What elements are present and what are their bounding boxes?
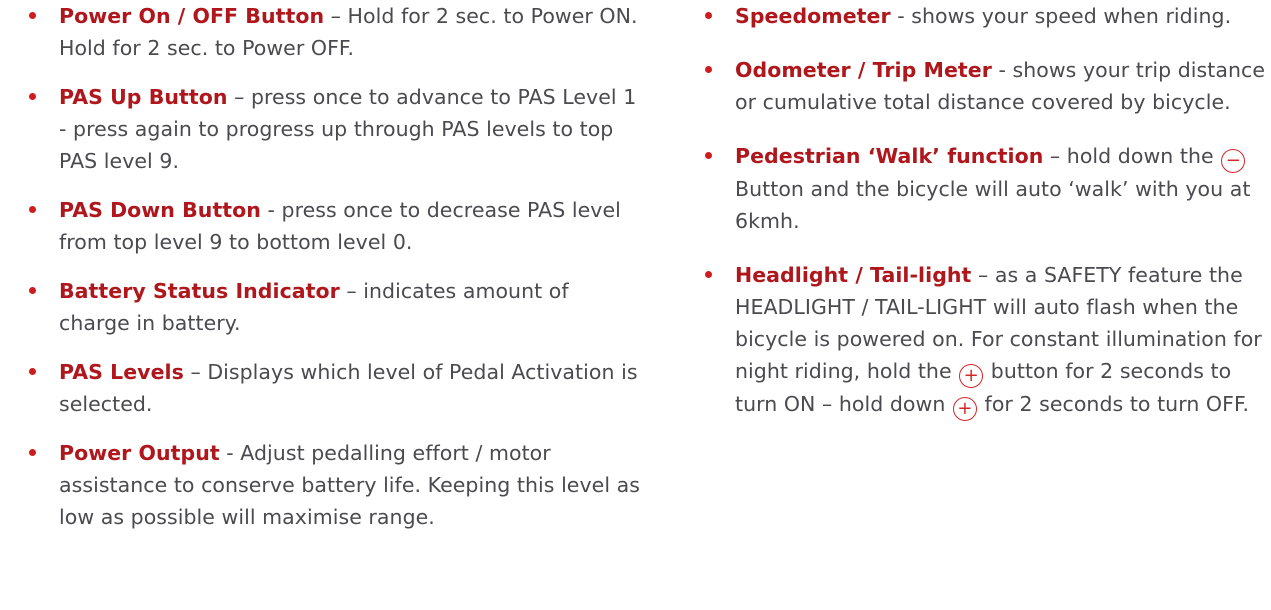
bullet-icon (705, 271, 712, 278)
list-item-headlight: Headlight / Tail-light – as a SAFETY fea… (676, 259, 1271, 421)
item-term: Power Output (59, 441, 220, 465)
list-item-walk-function: Pedestrian ‘Walk’ function – hold down t… (676, 140, 1271, 237)
item-term: PAS Down Button (59, 198, 261, 222)
item-separator: – (227, 85, 251, 109)
item-separator: – (324, 4, 348, 28)
bullet-icon (705, 66, 712, 73)
bullet-icon (29, 368, 36, 375)
item-term: Pedestrian ‘Walk’ function (735, 144, 1044, 168)
bullet-icon (29, 287, 36, 294)
item-separator: - (260, 198, 282, 222)
minus-circle-icon: − (1221, 149, 1246, 173)
list-item-pas-levels: PAS Levels – Displays which level of Ped… (0, 356, 640, 420)
item-description: shows your speed when riding. (911, 4, 1232, 28)
item-term: PAS Levels (59, 360, 184, 384)
plus-circle-icon: + (952, 397, 977, 421)
item-separator: - (890, 4, 912, 28)
item-term: Headlight / Tail-light (735, 263, 972, 287)
list-item-pas-up-button: PAS Up Button – press once to advance to… (0, 81, 640, 177)
item-separator: – (339, 279, 364, 303)
plus-circle-icon: + (959, 364, 984, 388)
feature-list-page: Power On / OFF Button – Hold for 2 sec. … (0, 0, 1271, 610)
item-separator: – (1043, 144, 1067, 168)
item-separator: – (971, 263, 995, 287)
item-term: PAS Up Button (59, 85, 228, 109)
left-feature-list: Power On / OFF Button – Hold for 2 sec. … (0, 0, 640, 550)
item-separator: - (219, 441, 241, 465)
bullet-icon (29, 12, 36, 19)
item-description-part: hold down the (1066, 144, 1214, 168)
right-feature-list: Speedometer - shows your speed when ridi… (676, 0, 1271, 443)
item-term: Power On / OFF Button (59, 4, 325, 28)
bullet-icon (29, 206, 36, 213)
list-item-battery-status: Battery Status Indicator – indicates amo… (0, 275, 640, 339)
list-item-pas-down-button: PAS Down Button - press once to decrease… (0, 194, 640, 258)
list-item-power-button: Power On / OFF Button – Hold for 2 sec. … (0, 0, 640, 64)
item-term: Speedometer (735, 4, 891, 28)
item-term: Odometer / Trip Meter (735, 58, 992, 82)
item-description-part: Button and the bicycle will auto ‘walk’ … (735, 177, 1251, 233)
list-item-speedometer: Speedometer - shows your speed when ridi… (676, 0, 1271, 32)
item-description-part: for 2 seconds to turn OFF. (984, 392, 1250, 416)
bullet-icon (705, 152, 712, 159)
item-separator: - (991, 58, 1013, 82)
list-item-power-output: Power Output - Adjust pedalling effort /… (0, 437, 640, 533)
bullet-icon (29, 449, 36, 456)
bullet-icon (705, 12, 712, 19)
bullet-icon (29, 93, 36, 100)
item-term: Battery Status Indicator (59, 279, 340, 303)
item-separator: – (183, 360, 208, 384)
list-item-odometer: Odometer / Trip Meter - shows your trip … (676, 54, 1271, 118)
